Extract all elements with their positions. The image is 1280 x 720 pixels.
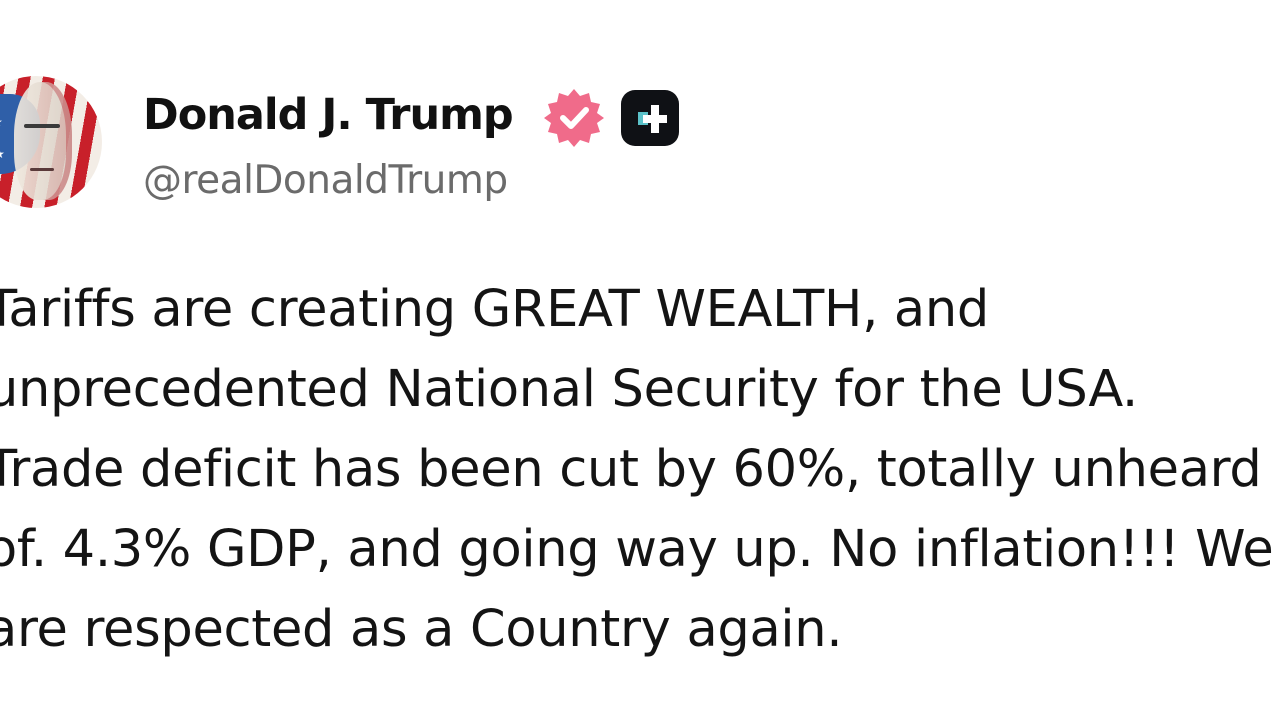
post-card: ★ ★ ★ ★ ★ Donald J. Trump @realDonaldTru… [0, 0, 1280, 720]
avatar-face [14, 82, 72, 200]
truth-social-plus-icon [621, 90, 679, 146]
avatar[interactable]: ★ ★ ★ ★ ★ [0, 76, 102, 208]
post-text-line: Tariffs are creating GREAT WEALTH, and [0, 280, 989, 339]
author-handle[interactable]: @realDonaldTrump [143, 158, 508, 203]
post-text-line: of. 4.3% GDP, and going way up. No infla… [0, 520, 1274, 579]
author-display-name[interactable]: Donald J. Trump [143, 90, 514, 140]
verified-check-icon [544, 89, 604, 147]
post-text-line: unprecedented National Security for the … [0, 360, 1138, 419]
post-body: Tariffs are creating GREAT WEALTH, and u… [0, 270, 1280, 670]
post-text-line: are respected as a Country again. [0, 600, 843, 659]
post-text-line: Trade deficit has been cut by 60%, total… [0, 440, 1262, 499]
